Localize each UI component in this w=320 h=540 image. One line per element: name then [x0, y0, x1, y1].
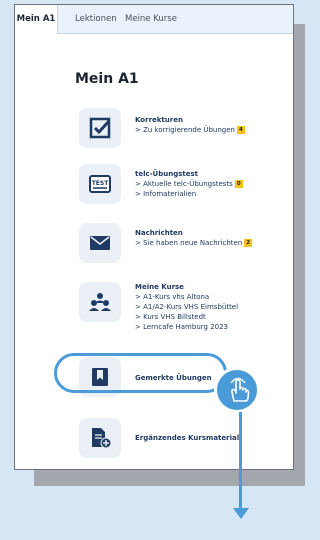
link-neue-nachrichten[interactable]: > Sie haben neue Nachrichten 2 [135, 239, 253, 247]
link-text: > Sie haben neue Nachrichten [135, 239, 243, 247]
kursmaterial-icon-box[interactable] [79, 418, 121, 458]
link-aktuelle-telc-tests[interactable]: > Aktuelle telc-Übungstests 0 [135, 180, 243, 188]
tap-gesture [214, 367, 260, 413]
link-kurs-billstedt[interactable]: > Kurs VHS Billstedt [135, 313, 206, 321]
link-text: > Zu korrigierende Übungen [135, 126, 235, 134]
count-badge: 0 [234, 180, 243, 188]
item-title-telc: telc-Übungstest [135, 170, 198, 178]
arrow-down-icon [239, 412, 242, 510]
link-infomaterialien[interactable]: > Infomaterialien [135, 190, 196, 198]
korrekturen-icon-box[interactable] [79, 108, 121, 148]
people-icon [89, 293, 111, 311]
tab-mein-a1[interactable]: Mein A1 [15, 5, 58, 34]
envelope-icon [90, 236, 110, 250]
item-title-nachrichten: Nachrichten [135, 229, 183, 237]
document-add-icon [92, 428, 112, 449]
tap-hand-icon [230, 377, 250, 402]
link-zu-korrigierende-uebungen[interactable]: > Zu korrigierende Übungen 4 [135, 126, 245, 134]
item-title-korrekturen: Korrekturen [135, 116, 183, 124]
count-badge: 4 [236, 126, 245, 134]
nachrichten-icon-box[interactable] [79, 223, 121, 263]
svg-text:TEST: TEST [92, 180, 110, 187]
link-lerncafe-hamburg[interactable]: > Lerncafe Hamburg 2023 [135, 323, 228, 331]
page-title: Mein A1 [75, 71, 139, 87]
telc-icon-box[interactable]: TEST [79, 164, 121, 204]
link-kurs-eimsbuettel[interactable]: > A1/A2-Kurs VHS Eimsbüttel [135, 303, 238, 311]
link-kurs-altona[interactable]: > A1-Kurs vhs Altona [135, 293, 209, 301]
meine-kurse-icon-box[interactable] [79, 282, 121, 322]
tab-bar: Mein A1 Lektionen Meine Kurse [15, 5, 293, 34]
highlight-gemerkte-uebungen [54, 353, 227, 393]
tab-lektionen[interactable]: Lektionen [75, 5, 117, 33]
count-badge: 2 [244, 239, 253, 247]
test-sheet-icon: TEST [89, 175, 111, 193]
tab-meine-kurse[interactable]: Meine Kurse [125, 5, 177, 33]
item-title-meine-kurse: Meine Kurse [135, 283, 184, 291]
link-text: > Aktuelle telc-Übungstests [135, 180, 233, 188]
arrow-head [233, 508, 249, 519]
checkbox-icon [89, 117, 111, 139]
item-title-kursmaterial[interactable]: Ergänzendes Kursmaterial [135, 434, 239, 442]
